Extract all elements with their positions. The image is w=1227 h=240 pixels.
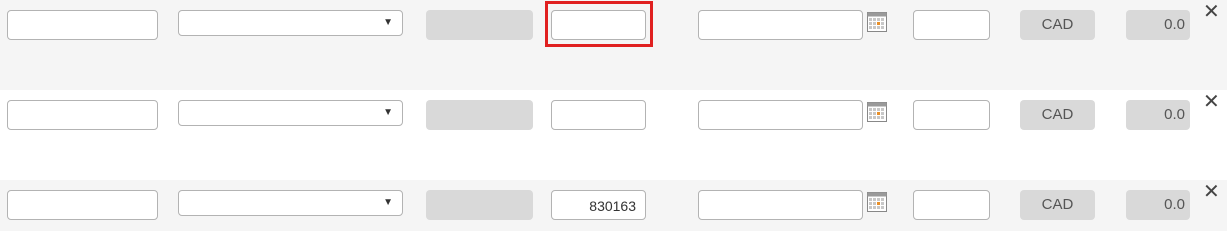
calendar-icon[interactable] xyxy=(867,192,887,212)
amount-field: 0.0 xyxy=(1126,190,1190,220)
small-input[interactable] xyxy=(913,100,990,130)
dropdown-select[interactable]: ▼ xyxy=(178,190,403,216)
currency-field: CAD xyxy=(1020,190,1095,220)
small-input[interactable] xyxy=(913,190,990,220)
readonly-field xyxy=(426,100,533,130)
readonly-field xyxy=(426,10,533,40)
amount-value: 0.0 xyxy=(1164,106,1185,123)
line-item-row: ▼ 830163 CAD 0.0 ✕ xyxy=(0,180,1227,231)
reference-input[interactable] xyxy=(551,10,646,40)
dropdown-select[interactable]: ▼ xyxy=(178,10,403,36)
currency-label: CAD xyxy=(1041,106,1074,123)
text-input[interactable] xyxy=(7,100,158,130)
reference-input[interactable]: 830163 xyxy=(551,190,646,220)
amount-value: 0.0 xyxy=(1164,16,1185,33)
reference-input[interactable] xyxy=(551,100,646,130)
date-input[interactable] xyxy=(698,190,863,220)
dropdown-select[interactable]: ▼ xyxy=(178,100,403,126)
text-input[interactable] xyxy=(7,10,158,40)
amount-value: 0.0 xyxy=(1164,196,1185,213)
chevron-down-icon: ▼ xyxy=(383,197,393,208)
calendar-icon[interactable] xyxy=(867,12,887,32)
chevron-down-icon: ▼ xyxy=(383,107,393,118)
currency-label: CAD xyxy=(1041,196,1074,213)
date-input[interactable] xyxy=(698,100,863,130)
readonly-field xyxy=(426,190,533,220)
currency-label: CAD xyxy=(1041,16,1074,33)
currency-field: CAD xyxy=(1020,10,1095,40)
close-icon[interactable]: ✕ xyxy=(1203,92,1220,112)
chevron-down-icon: ▼ xyxy=(383,17,393,28)
close-icon[interactable]: ✕ xyxy=(1203,2,1220,22)
amount-field: 0.0 xyxy=(1126,100,1190,130)
amount-field: 0.0 xyxy=(1126,10,1190,40)
calendar-icon[interactable] xyxy=(867,102,887,122)
small-input[interactable] xyxy=(913,10,990,40)
text-input[interactable] xyxy=(7,190,158,220)
date-input[interactable] xyxy=(698,10,863,40)
currency-field: CAD xyxy=(1020,100,1095,130)
line-item-row: ▼ CAD 0.0 ✕ xyxy=(0,90,1227,180)
reference-value: 830163 xyxy=(589,198,636,214)
line-item-row: ▼ CAD 0.0 ✕ xyxy=(0,0,1227,90)
close-icon[interactable]: ✕ xyxy=(1203,182,1220,202)
